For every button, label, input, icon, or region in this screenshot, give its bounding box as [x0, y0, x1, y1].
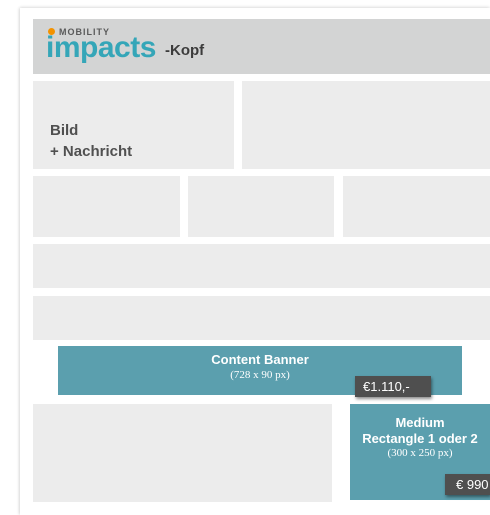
placeholder-block-bottom-left [33, 404, 332, 502]
content-banner-price: €1.110,- [355, 376, 431, 397]
image-label-line2: + Nachricht [50, 143, 133, 160]
medium-rectangle-line1: Medium [395, 415, 445, 430]
medium-rectangle-size: (300 x 250 px) [387, 447, 453, 459]
placeholder-block-row2-1 [33, 176, 180, 237]
content-banner-title: Content Banner [211, 352, 309, 367]
logo-impacts: impacts [46, 31, 156, 64]
placeholder-strip-2 [33, 296, 490, 340]
placeholder-block-top-right [242, 81, 490, 169]
header-suffix-label: -Kopf [165, 42, 205, 59]
medium-rectangle-price: € 990 [445, 474, 490, 495]
image-label-line1: Bild [50, 122, 79, 139]
medium-rectangle-line2: Rectangle 1 oder 2 [362, 431, 478, 446]
placeholder-block-row2-2 [188, 176, 334, 237]
page: MOBILITY impacts -Kopf Bild + Nachricht … [0, 0, 490, 515]
image-news-label: Bild + Nachricht [50, 120, 132, 162]
placeholder-block-row2-3 [343, 176, 490, 237]
placeholder-strip-1 [33, 244, 490, 288]
